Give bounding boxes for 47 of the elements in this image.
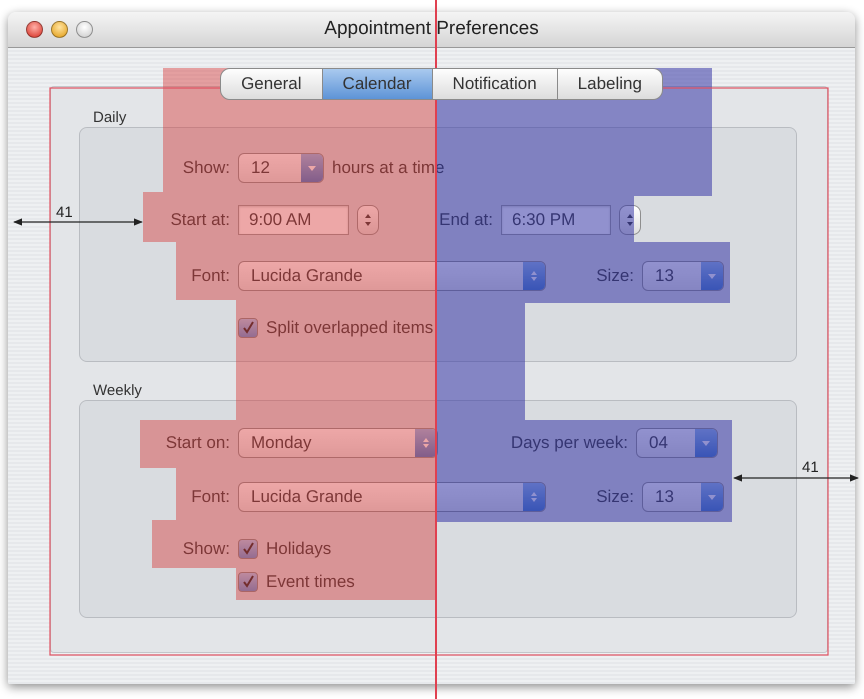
field-label: End at: xyxy=(438,209,493,232)
dropdown[interactable]: 13 xyxy=(642,482,724,512)
tab[interactable]: General xyxy=(220,68,323,100)
dropdown[interactable]: 12 xyxy=(238,153,324,183)
check-icon xyxy=(242,321,254,335)
tab[interactable]: Calendar xyxy=(322,68,433,100)
popup-menu[interactable]: Monday xyxy=(238,428,438,458)
up-down-arrows-icon xyxy=(528,490,540,504)
up-down-arrows-icon xyxy=(362,213,374,227)
stepper[interactable] xyxy=(619,205,641,235)
field-label: Font: xyxy=(190,265,230,288)
group-label: Daily xyxy=(93,109,126,126)
field-label: Show: xyxy=(182,538,230,560)
field-label: Font: xyxy=(190,486,230,508)
checkbox-label[interactable]: Event times xyxy=(266,569,355,595)
popup-menu[interactable]: Lucida Grande xyxy=(238,261,546,291)
up-down-arrows-icon xyxy=(624,213,636,227)
dimension-label: 41 xyxy=(56,204,73,221)
minimize-button[interactable] xyxy=(51,21,68,38)
zoom-button[interactable] xyxy=(76,21,93,38)
dropdown[interactable]: 04 xyxy=(636,428,718,458)
dropdown[interactable]: 13 xyxy=(642,261,724,291)
popup-menu[interactable]: Lucida Grande xyxy=(238,482,546,512)
dimension-label: 41 xyxy=(802,459,819,476)
check-icon xyxy=(242,575,254,589)
field-label: Show: xyxy=(182,157,230,180)
text-field[interactable]: 9:00 AM xyxy=(238,205,349,235)
field-label: Days per week: xyxy=(510,432,628,454)
checkbox[interactable] xyxy=(238,539,258,559)
group-label: Weekly xyxy=(93,382,142,399)
check-icon xyxy=(242,542,254,556)
checkbox-label[interactable]: Split overlapped items xyxy=(266,315,434,341)
tab[interactable]: Labeling xyxy=(558,68,663,100)
close-button[interactable] xyxy=(26,21,43,38)
text-field[interactable]: 6:30 PM xyxy=(501,205,611,235)
field-label: Start on: xyxy=(164,432,230,454)
checkbox[interactable] xyxy=(238,572,258,592)
checkbox[interactable] xyxy=(238,318,258,338)
tab[interactable]: Notification xyxy=(432,68,558,100)
up-down-arrows-icon xyxy=(528,269,540,283)
field-label: Size: xyxy=(595,265,634,288)
stepper[interactable] xyxy=(357,205,379,235)
field-label: Size: xyxy=(595,486,634,508)
checkbox-label[interactable]: Holidays xyxy=(266,536,332,562)
up-down-arrows-icon xyxy=(420,436,432,450)
field-label: Start at: xyxy=(169,209,230,232)
window-title: Appointment Preferences xyxy=(324,17,539,42)
